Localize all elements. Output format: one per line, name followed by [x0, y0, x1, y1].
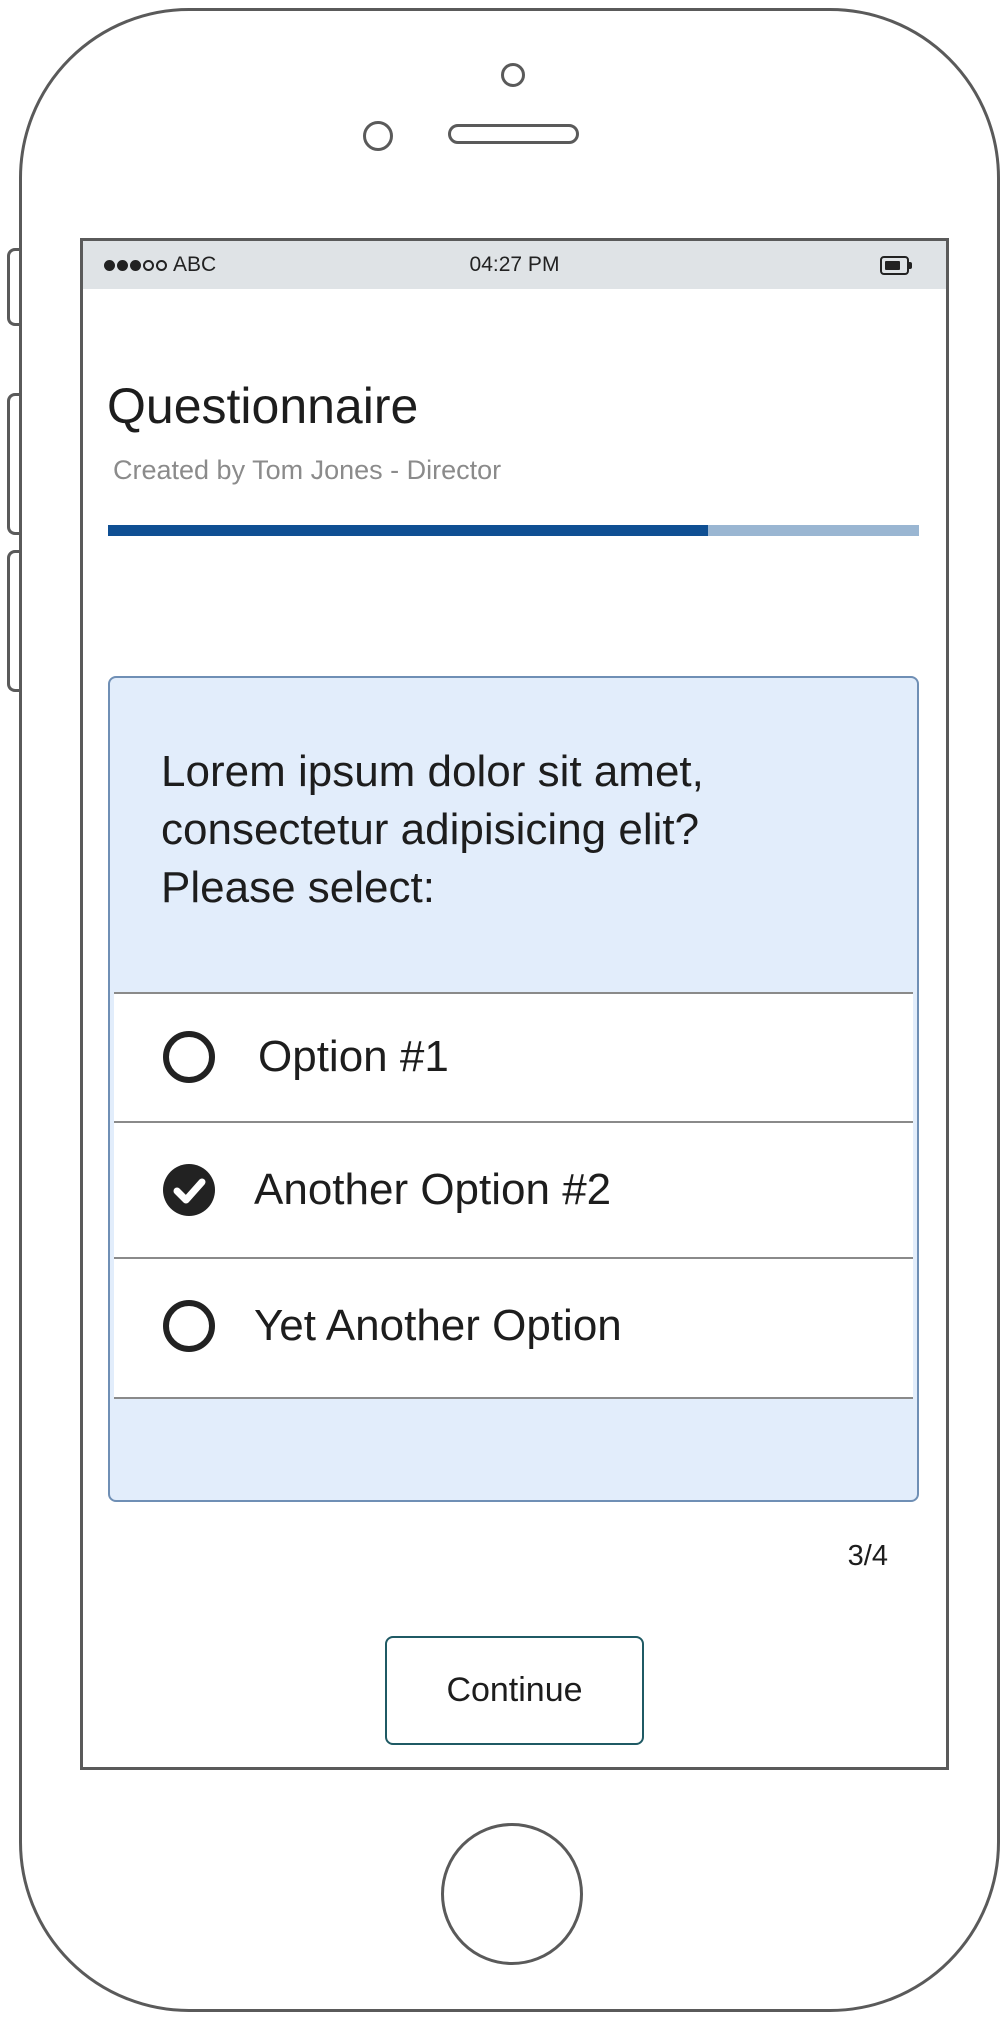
battery-tip — [909, 262, 912, 269]
volume-up-button — [7, 393, 19, 535]
step-counter: 3/4 — [847, 1540, 888, 1572]
radio-checked-icon[interactable] — [162, 1163, 216, 1217]
status-time: 04:27 PM — [469, 253, 560, 276]
radio-unchecked-icon[interactable] — [162, 1030, 216, 1084]
radio-unchecked-icon[interactable] — [162, 1299, 216, 1353]
option-3[interactable]: Yet Another Option — [114, 1259, 913, 1397]
earpiece-speaker — [448, 124, 579, 144]
progress-fill — [108, 525, 709, 536]
battery-icon — [880, 256, 913, 275]
page-title: Questionnaire — [107, 378, 419, 434]
divider — [114, 1397, 913, 1399]
page-subtitle: Created by Tom Jones - Director — [113, 455, 502, 485]
home-button[interactable] — [441, 1823, 583, 1965]
option-2[interactable]: Another Option #2 — [114, 1123, 913, 1257]
volume-down-button — [7, 550, 19, 692]
phone-screen: ABC 04:27 PM Questionnaire Created by To… — [80, 238, 949, 1770]
option-1[interactable]: Option #1 — [114, 994, 913, 1121]
continue-button[interactable]: Continue — [385, 1636, 644, 1745]
progress-bar — [108, 525, 919, 536]
option-label: Another Option #2 — [254, 1165, 612, 1214]
battery-level — [885, 261, 900, 270]
option-label: Option #1 — [258, 1032, 449, 1081]
mute-switch — [7, 248, 19, 326]
front-camera — [501, 63, 525, 87]
options-list: Option #1 Another Option #2 Yet Another … — [114, 992, 913, 1399]
question-card: Lorem ipsum dolor sit amet, consectetur … — [108, 676, 919, 1502]
option-label: Yet Another Option — [254, 1301, 622, 1350]
status-bar: ABC 04:27 PM — [83, 241, 946, 289]
battery-shell — [880, 256, 909, 275]
question-text: Lorem ipsum dolor sit amet, consectetur … — [161, 747, 704, 912]
proximity-sensor — [363, 121, 393, 151]
